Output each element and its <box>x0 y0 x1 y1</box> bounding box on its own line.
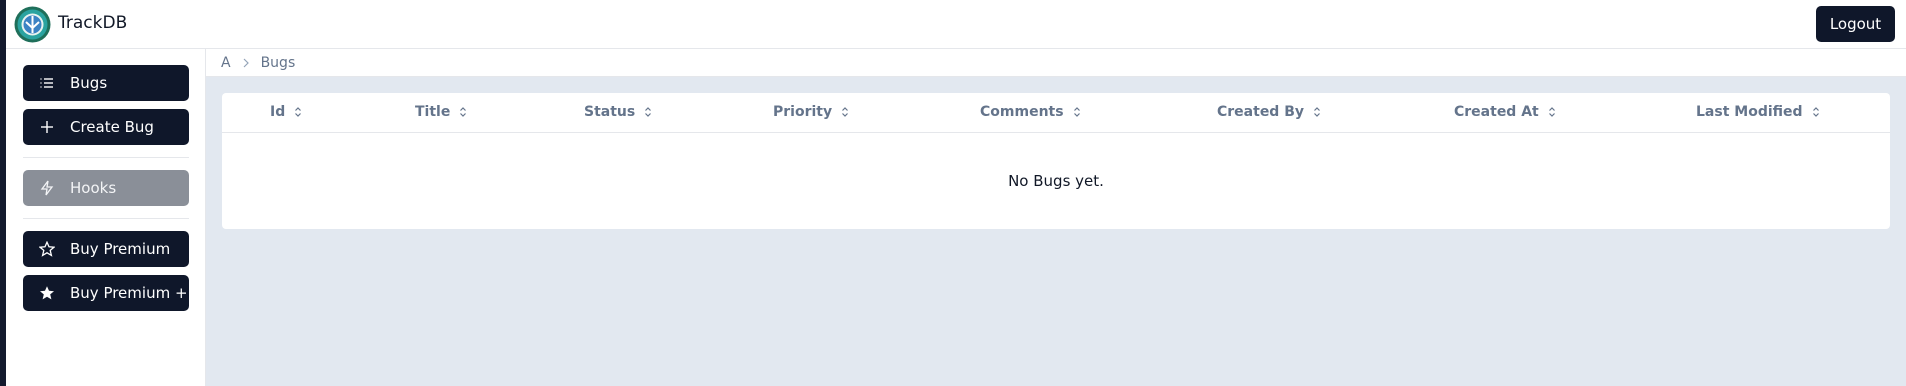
empty-state-message: No Bugs yet. <box>1008 172 1104 190</box>
sidebar-item-label: Bugs <box>70 74 108 92</box>
list-icon <box>38 74 56 92</box>
breadcrumb-root[interactable]: A <box>221 55 231 71</box>
column-header-created-at[interactable]: Created At <box>1454 104 1556 120</box>
sort-icon <box>1812 106 1820 118</box>
column-header-label: Id <box>270 104 286 120</box>
main-content: A Bugs Id Title Status Priority Comments… <box>206 49 1906 386</box>
column-header-status[interactable]: Status <box>584 104 652 120</box>
lightning-icon <box>38 179 56 197</box>
column-header-priority[interactable]: Priority <box>773 104 849 120</box>
sidebar-item-label: Hooks <box>70 179 117 197</box>
bugs-table: Id Title Status Priority Comments Create… <box>222 93 1890 229</box>
star-filled-icon <box>38 284 56 302</box>
sidebar-item-buy-premium-plus[interactable]: Buy Premium + <box>23 275 189 311</box>
column-header-comments[interactable]: Comments <box>980 104 1081 120</box>
sort-icon <box>1548 106 1556 118</box>
sort-icon <box>1313 106 1321 118</box>
sort-icon <box>644 106 652 118</box>
app-title: TrackDB <box>58 13 128 33</box>
sidebar-item-label: Buy Premium <box>70 240 171 258</box>
column-header-label: Created At <box>1454 104 1539 120</box>
sidebar-divider <box>23 218 189 219</box>
column-header-label: Last Modified <box>1696 104 1803 120</box>
column-header-id[interactable]: Id <box>270 104 302 120</box>
column-header-label: Comments <box>980 104 1064 120</box>
column-header-label: Title <box>415 104 451 120</box>
app-logo-icon[interactable] <box>14 6 51 43</box>
star-outline-icon <box>38 240 56 258</box>
column-header-created-by[interactable]: Created By <box>1217 104 1321 120</box>
sidebar-item-buy-premium[interactable]: Buy Premium <box>23 231 189 267</box>
column-header-last-modified[interactable]: Last Modified <box>1696 104 1820 120</box>
column-header-label: Priority <box>773 104 833 120</box>
sidebar: Bugs Create Bug Hooks Buy Premium Buy Pr… <box>6 49 206 386</box>
column-header-label: Status <box>584 104 636 120</box>
breadcrumb-current: Bugs <box>260 54 296 71</box>
column-header-label: Created By <box>1217 104 1305 120</box>
sidebar-item-bugs[interactable]: Bugs <box>23 65 189 101</box>
sort-icon <box>1073 106 1081 118</box>
sidebar-item-label: Buy Premium + <box>70 284 188 302</box>
plus-icon <box>38 118 56 136</box>
sidebar-item-label: Create Bug <box>70 118 154 136</box>
sidebar-item-create-bug[interactable]: Create Bug <box>23 109 189 145</box>
sidebar-item-hooks[interactable]: Hooks <box>23 170 189 206</box>
breadcrumb: A Bugs <box>206 49 1906 77</box>
sort-icon <box>841 106 849 118</box>
sort-icon <box>294 106 302 118</box>
chevron-right-icon <box>242 58 250 68</box>
logout-button[interactable]: Logout <box>1816 6 1895 42</box>
table-header: Id Title Status Priority Comments Create… <box>222 93 1890 133</box>
top-header: TrackDB Logout <box>6 0 1906 49</box>
column-header-title[interactable]: Title <box>415 104 467 120</box>
sidebar-divider <box>23 157 189 158</box>
sort-icon <box>459 106 467 118</box>
